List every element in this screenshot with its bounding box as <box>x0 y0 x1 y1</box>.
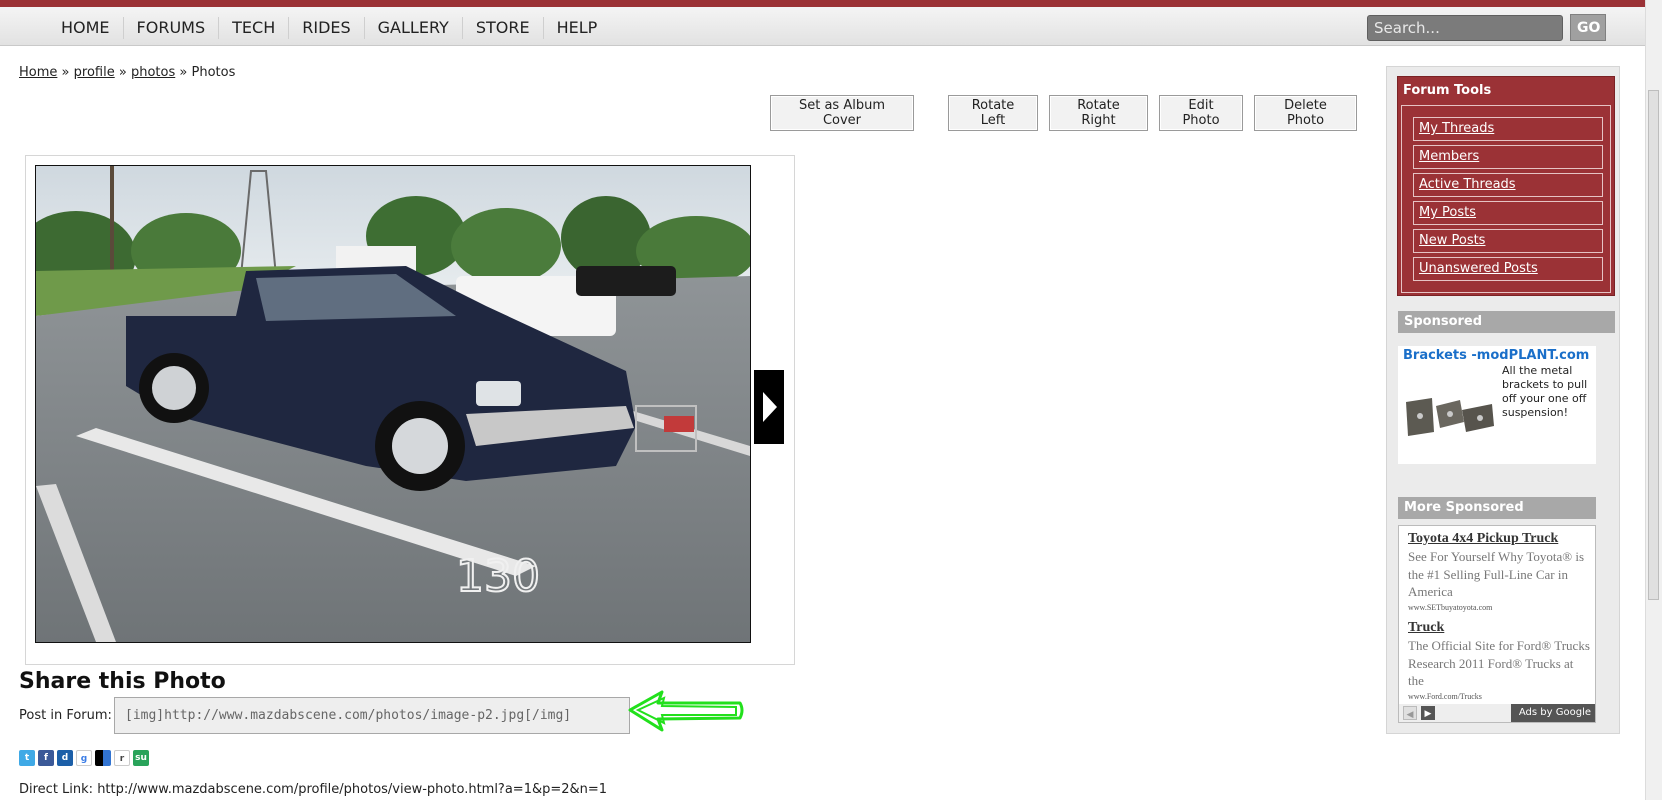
google-icon[interactable]: g <box>76 750 92 766</box>
forum-tools-panel: Forum Tools My Threads Members Active Th… <box>1397 76 1615 296</box>
forum-tool-my-threads[interactable]: My Threads <box>1413 117 1603 141</box>
reddit-icon[interactable]: r <box>114 750 130 766</box>
sponsored-header: Sponsored <box>1398 311 1615 333</box>
sponsored-ad[interactable]: Brackets -modPLANT.com All the metal bra… <box>1398 346 1596 464</box>
forum-tool-active-threads[interactable]: Active Threads <box>1413 173 1603 197</box>
sponsored-ad-title[interactable]: Brackets -modPLANT.com <box>1403 348 1589 363</box>
post-in-forum-label: Post in Forum: <box>19 708 112 723</box>
edit-photo-button[interactable]: Edit Photo <box>1159 95 1243 131</box>
chevron-right-icon <box>763 392 777 422</box>
ad-title-toyota[interactable]: Toyota 4x4 Pickup Truck <box>1408 531 1558 547</box>
search-input[interactable] <box>1367 15 1563 41</box>
breadcrumb-profile[interactable]: profile <box>74 65 115 80</box>
stumbleupon-icon[interactable]: su <box>133 750 149 766</box>
main-nav: HOME FORUMS TECH RIDES GALLERY STORE HEL… <box>48 17 610 39</box>
scrollbar-thumb[interactable] <box>1648 90 1659 600</box>
breadcrumb: Home » profile » photos » Photos <box>19 65 235 80</box>
ad-url-truck[interactable]: www.Ford.com/Trucks <box>1408 692 1482 701</box>
ad-title-truck[interactable]: Truck <box>1408 620 1444 636</box>
green-arrow-annotation-icon <box>628 690 744 732</box>
delete-photo-button[interactable]: Delete Photo <box>1254 95 1357 131</box>
nav-forums[interactable]: FORUMS <box>122 17 219 39</box>
brackets-product-image <box>1406 398 1494 436</box>
direct-link-text: Direct Link: http://www.mazdabscene.com/… <box>19 782 608 797</box>
breadcrumb-current: Photos <box>191 65 236 80</box>
truck-photo-illustration: 130 <box>36 166 750 642</box>
forum-tool-my-posts[interactable]: My Posts <box>1413 201 1603 225</box>
breadcrumb-home[interactable]: Home <box>19 65 57 80</box>
social-share-icons: t f d g r su <box>19 750 149 766</box>
breadcrumb-photos[interactable]: photos <box>131 65 175 80</box>
sponsored-ad-description: All the metal brackets to pull off your … <box>1502 364 1588 419</box>
nav-store[interactable]: STORE <box>461 17 543 39</box>
ads-prev-icon[interactable]: ◀ <box>1403 706 1417 720</box>
nav-home[interactable]: HOME <box>48 17 123 39</box>
digg-icon[interactable]: d <box>57 750 73 766</box>
rotate-right-button[interactable]: Rotate Right <box>1049 95 1148 131</box>
set-album-cover-button[interactable]: Set as Album Cover <box>770 95 914 131</box>
rotate-left-button[interactable]: Rotate Left <box>948 95 1038 131</box>
ad-url-toyota[interactable]: www.SETbuyatoyota.com <box>1408 603 1492 612</box>
next-photo-button[interactable] <box>754 370 784 444</box>
forum-tools-title: Forum Tools <box>1403 83 1492 98</box>
nav-gallery[interactable]: GALLERY <box>363 17 462 39</box>
ads-by-google-label[interactable]: Ads by Google <box>1511 704 1595 722</box>
post-in-forum-field[interactable] <box>114 697 630 734</box>
ad-description-truck: The Official Site for Ford® Trucks Resea… <box>1408 638 1590 688</box>
nav-rides[interactable]: RIDES <box>288 17 363 39</box>
ad-description-toyota: See For Yourself Why Toyota® is the #1 S… <box>1408 549 1585 599</box>
forum-tool-unanswered-posts[interactable]: Unanswered Posts <box>1413 257 1603 281</box>
twitter-icon[interactable]: t <box>19 750 35 766</box>
page-scrollbar[interactable] <box>1645 0 1662 800</box>
breadcrumb-separator: » <box>118 65 127 80</box>
ads-next-icon[interactable]: ▶ <box>1421 706 1435 720</box>
chalk-number: 130 <box>456 551 540 602</box>
more-sponsored-header: More Sponsored <box>1398 497 1596 519</box>
share-section-title: Share this Photo <box>19 669 226 694</box>
nav-help[interactable]: HELP <box>542 17 611 39</box>
breadcrumb-separator: » <box>61 65 70 80</box>
ads-nav-bar: ◀ ▶ Ads by Google <box>1399 704 1595 722</box>
nav-tech[interactable]: TECH <box>218 17 288 39</box>
forum-tool-members[interactable]: Members <box>1413 145 1603 169</box>
breadcrumb-separator: » <box>179 65 188 80</box>
truck-photo[interactable]: 130 <box>35 165 751 643</box>
delicious-icon[interactable] <box>95 750 111 766</box>
facebook-icon[interactable]: f <box>38 750 54 766</box>
search-go-button[interactable]: GO <box>1570 14 1606 41</box>
forum-tool-new-posts[interactable]: New Posts <box>1413 229 1603 253</box>
more-sponsored-ads: Toyota 4x4 Pickup Truck See For Yourself… <box>1398 525 1596 723</box>
